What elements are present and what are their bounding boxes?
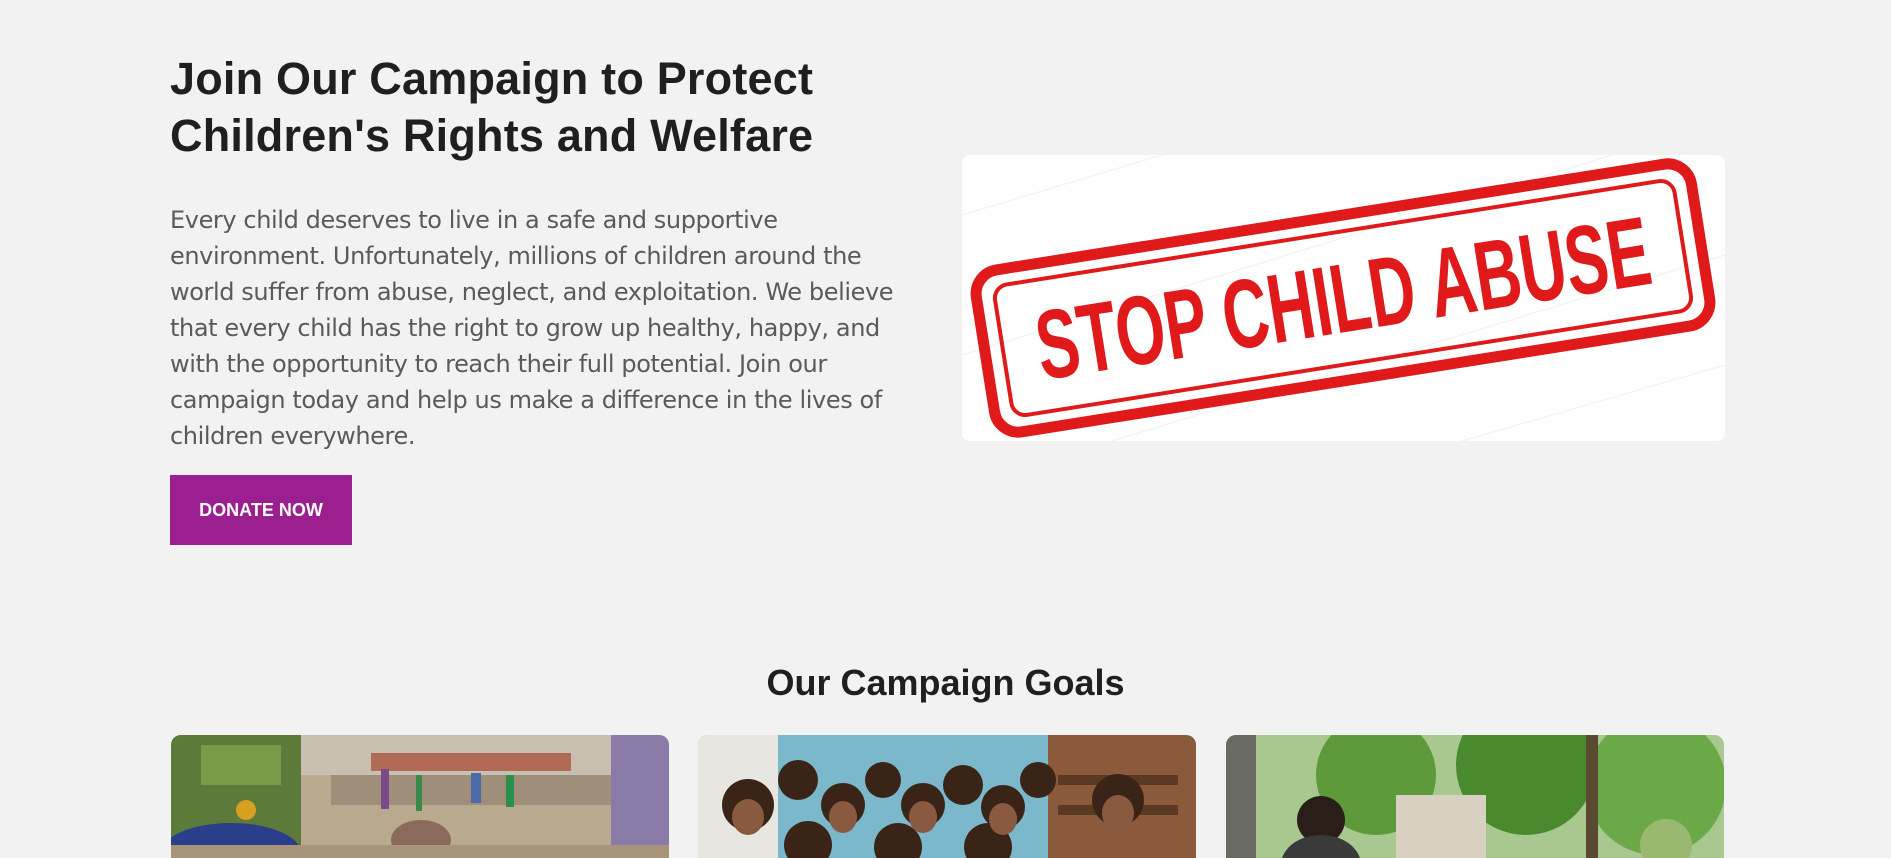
campaign-goals-title: Our Campaign Goals <box>766 662 1125 703</box>
goal-card-1-photo <box>171 735 669 858</box>
stop-child-abuse-image: STOP CHILD ABUSE <box>962 155 1725 441</box>
hero-title: Join Our Campaign to Protect Children's … <box>170 50 930 164</box>
goal-card-3-photo <box>1226 735 1724 858</box>
hero-title-line-1: Join Our Campaign to Protect <box>170 53 814 104</box>
donate-now-button[interactable]: DONATE NOW <box>170 475 352 545</box>
hero-text: Join Our Campaign to Protect Children's … <box>170 50 930 454</box>
hero-title-line-2: Children's Rights and Welfare <box>170 110 814 161</box>
hero-section: Join Our Campaign to Protect Children's … <box>170 50 1725 560</box>
page: Join Our Campaign to Protect Children's … <box>0 0 1891 858</box>
goal-card-2-photo <box>698 735 1196 858</box>
goal-card-1[interactable] <box>171 735 669 858</box>
stop-child-abuse-stamp-graphic: STOP CHILD ABUSE <box>962 155 1725 441</box>
goal-card-3[interactable] <box>1226 735 1724 858</box>
hero-description: Every child deserves to live in a safe a… <box>170 206 894 450</box>
goal-card-2[interactable] <box>698 735 1196 858</box>
